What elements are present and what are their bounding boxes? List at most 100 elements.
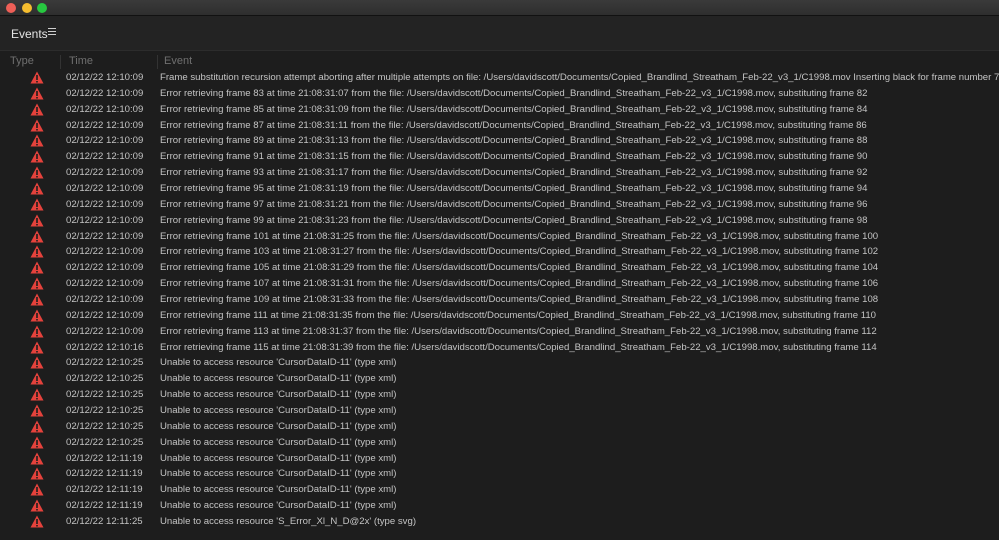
event-time: 02/12/22 12:10:16	[66, 341, 144, 353]
panel-header: Events	[0, 16, 999, 51]
event-time: 02/12/22 12:10:25	[66, 373, 144, 385]
event-row[interactable]: 02/12/22 12:10:25 Unable to access resour…	[0, 435, 999, 451]
warning-icon	[30, 467, 44, 480]
event-time: 02/12/22 12:10:09	[66, 151, 144, 163]
event-row[interactable]: 02/12/22 12:10:09 Error retrieving frame …	[0, 292, 999, 308]
minimize-window-button[interactable]	[22, 3, 32, 13]
warning-icon	[30, 87, 44, 100]
event-row[interactable]: 02/12/22 12:10:09 Error retrieving frame …	[0, 229, 999, 245]
event-time: 02/12/22 12:10:09	[66, 214, 144, 226]
event-time: 02/12/22 12:11:19	[66, 484, 143, 496]
warning-icon	[30, 341, 44, 354]
event-message: Error retrieving frame 99 at time 21:08:…	[160, 214, 868, 226]
event-row[interactable]: 02/12/22 12:11:19 Unable to access resour…	[0, 466, 999, 482]
warning-icon	[30, 277, 44, 290]
warning-icon	[30, 230, 44, 243]
column-header-time[interactable]: Time	[69, 55, 158, 69]
warning-icon	[30, 356, 44, 369]
event-row[interactable]: 02/12/22 12:10:16 Error retrieving frame …	[0, 340, 999, 356]
event-message: Error retrieving frame 85 at time 21:08:…	[160, 103, 868, 115]
event-time: 02/12/22 12:10:09	[66, 262, 144, 274]
event-time: 02/12/22 12:10:09	[66, 246, 144, 258]
event-row[interactable]: 02/12/22 12:10:25 Unable to access resour…	[0, 419, 999, 435]
event-time: 02/12/22 12:10:25	[66, 389, 144, 401]
warning-icon	[30, 325, 44, 338]
event-row[interactable]: 02/12/22 12:10:09 Error retrieving frame …	[0, 197, 999, 213]
event-message: Error retrieving frame 83 at time 21:08:…	[160, 87, 868, 99]
event-message: Error retrieving frame 111 at time 21:08…	[160, 309, 876, 321]
warning-icon	[30, 71, 44, 84]
panel-tab-events[interactable]: Events	[11, 27, 48, 41]
event-row[interactable]: 02/12/22 12:10:09 Error retrieving frame …	[0, 213, 999, 229]
event-row[interactable]: 02/12/22 12:11:19 Unable to access resour…	[0, 451, 999, 467]
column-header-type[interactable]: Type	[10, 55, 61, 69]
event-time: 02/12/22 12:11:19	[66, 452, 143, 464]
event-message: Unable to access resource 'CursorDataID-…	[160, 436, 397, 448]
warning-icon	[30, 483, 44, 496]
warning-icon	[30, 198, 44, 211]
window-titlebar	[0, 0, 999, 16]
event-message: Error retrieving frame 113 at time 21:08…	[160, 325, 877, 337]
panel-menu-icon[interactable]	[47, 26, 59, 38]
event-message: Error retrieving frame 97 at time 21:08:…	[160, 198, 868, 210]
event-time: 02/12/22 12:10:09	[66, 87, 144, 99]
event-time: 02/12/22 12:10:25	[66, 405, 144, 417]
event-time: 02/12/22 12:10:25	[66, 420, 144, 432]
warning-icon	[30, 261, 44, 274]
warning-icon	[30, 420, 44, 433]
event-row[interactable]: 02/12/22 12:10:09 Error retrieving frame …	[0, 324, 999, 340]
event-time: 02/12/22 12:10:09	[66, 103, 144, 115]
event-message: Unable to access resource 'CursorDataID-…	[160, 484, 397, 496]
event-message: Error retrieving frame 91 at time 21:08:…	[160, 151, 868, 163]
warning-icon	[30, 150, 44, 163]
event-row[interactable]: 02/12/22 12:10:09 Error retrieving frame …	[0, 244, 999, 260]
event-row[interactable]: 02/12/22 12:10:09 Error retrieving frame …	[0, 308, 999, 324]
warning-icon	[30, 245, 44, 258]
event-time: 02/12/22 12:10:09	[66, 309, 144, 321]
close-window-button[interactable]	[6, 3, 16, 13]
event-time: 02/12/22 12:10:09	[66, 230, 144, 242]
warning-icon	[30, 372, 44, 385]
event-row[interactable]: 02/12/22 12:10:25 Unable to access resour…	[0, 387, 999, 403]
event-row[interactable]: 02/12/22 12:11:19 Unable to access resour…	[0, 498, 999, 514]
event-row[interactable]: 02/12/22 12:10:09 Error retrieving frame …	[0, 181, 999, 197]
event-message: Error retrieving frame 107 at time 21:08…	[160, 278, 879, 290]
warning-icon	[30, 515, 44, 528]
event-row[interactable]: 02/12/22 12:10:25 Unable to access resour…	[0, 371, 999, 387]
event-row[interactable]: 02/12/22 12:10:09 Error retrieving frame …	[0, 118, 999, 134]
event-message: Unable to access resource 'CursorDataID-…	[160, 373, 397, 385]
event-row[interactable]: 02/12/22 12:10:09 Error retrieving frame …	[0, 165, 999, 181]
event-time: 02/12/22 12:10:25	[66, 436, 144, 448]
event-message: Error retrieving frame 105 at time 21:08…	[160, 262, 879, 274]
warning-icon	[30, 134, 44, 147]
event-time: 02/12/22 12:10:09	[66, 278, 144, 290]
warning-icon	[30, 103, 44, 116]
events-table: Type Time Event 02/12/22 12:10:09 Frame s…	[0, 52, 999, 540]
event-time: 02/12/22 12:10:09	[66, 167, 144, 179]
event-row[interactable]: 02/12/22 12:10:09 Error retrieving frame …	[0, 276, 999, 292]
event-message: Error retrieving frame 95 at time 21:08:…	[160, 183, 868, 195]
warning-icon	[30, 452, 44, 465]
event-row[interactable]: 02/12/22 12:10:09 Error retrieving frame …	[0, 260, 999, 276]
event-row[interactable]: 02/12/22 12:10:09 Frame substitution recu…	[0, 70, 999, 86]
event-row[interactable]: 02/12/22 12:11:25 Unable to access resour…	[0, 514, 999, 530]
event-time: 02/12/22 12:10:09	[66, 72, 144, 83]
event-row[interactable]: 02/12/22 12:10:09 Error retrieving frame …	[0, 102, 999, 118]
warning-icon	[30, 499, 44, 512]
warning-icon	[30, 119, 44, 132]
events-table-header: Type Time Event	[0, 52, 999, 69]
event-row[interactable]: 02/12/22 12:10:09 Error retrieving frame …	[0, 149, 999, 165]
event-message: Unable to access resource 'CursorDataID-…	[160, 420, 397, 432]
event-time: 02/12/22 12:11:19	[66, 468, 143, 480]
event-row[interactable]: 02/12/22 12:10:25 Unable to access resour…	[0, 403, 999, 419]
maximize-window-button[interactable]	[37, 3, 47, 13]
event-row[interactable]: 02/12/22 12:10:25 Unable to access resour…	[0, 355, 999, 371]
event-time: 02/12/22 12:10:09	[66, 325, 144, 337]
event-message: Error retrieving frame 101 at time 21:08…	[160, 230, 879, 242]
event-row[interactable]: 02/12/22 12:11:19 Unable to access resour…	[0, 482, 999, 498]
event-time: 02/12/22 12:10:09	[66, 198, 144, 210]
event-row[interactable]: 02/12/22 12:10:09 Error retrieving frame …	[0, 133, 999, 149]
column-header-event[interactable]: Event	[164, 55, 864, 69]
event-row[interactable]: 02/12/22 12:10:09 Error retrieving frame …	[0, 86, 999, 102]
event-message: Error retrieving frame 93 at time 21:08:…	[160, 167, 868, 179]
